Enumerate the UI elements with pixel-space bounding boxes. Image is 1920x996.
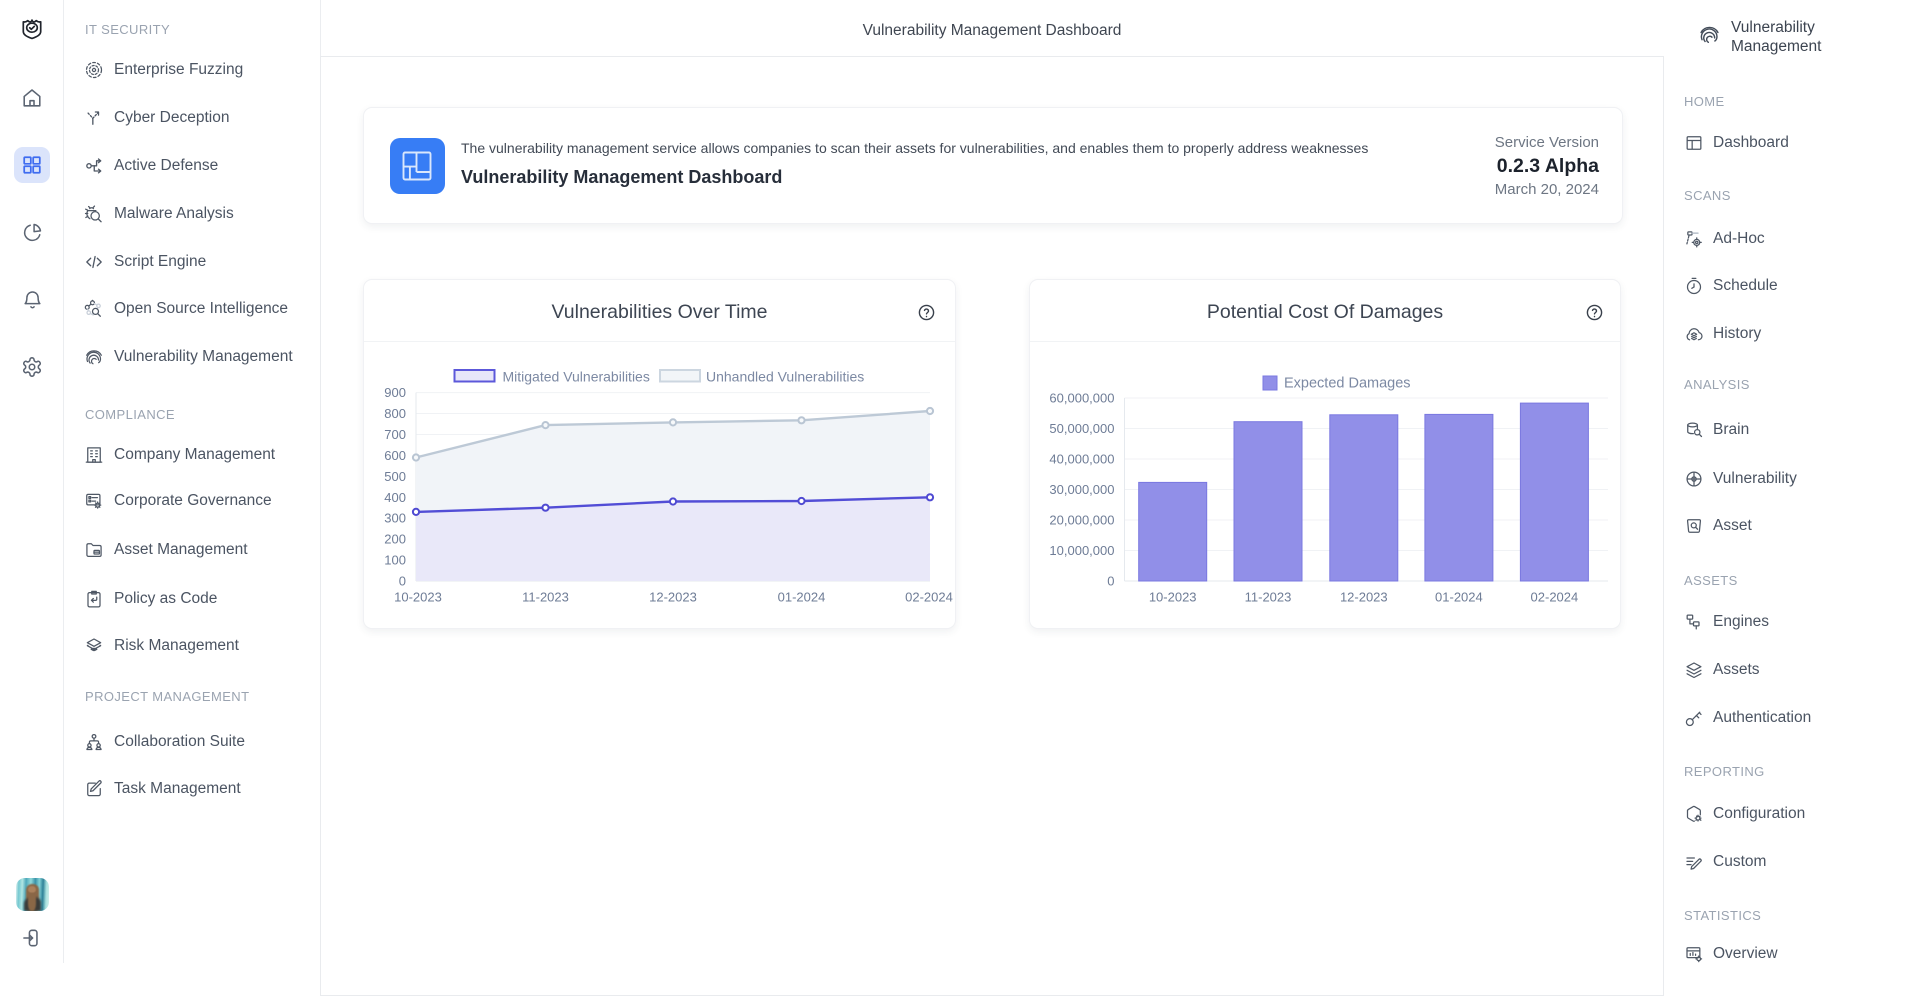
svg-text:30,000,000: 30,000,000	[1049, 482, 1114, 497]
svg-text:300: 300	[384, 511, 406, 526]
svg-text:12-2023: 12-2023	[1340, 590, 1388, 605]
svg-text:20,000,000: 20,000,000	[1049, 513, 1114, 528]
svg-text:Expected Damages: Expected Damages	[1284, 376, 1411, 392]
svg-text:600: 600	[384, 448, 406, 463]
svg-text:60,000,000: 60,000,000	[1049, 391, 1114, 406]
svg-text:10-2023: 10-2023	[1149, 590, 1197, 605]
svg-text:40,000,000: 40,000,000	[1049, 452, 1114, 467]
svg-text:Unhandled Vulnerabilities: Unhandled Vulnerabilities	[706, 369, 864, 385]
svg-text:50,000,000: 50,000,000	[1049, 421, 1114, 436]
svg-text:700: 700	[384, 427, 406, 442]
svg-text:01-2024: 01-2024	[1435, 590, 1483, 605]
svg-text:100: 100	[384, 553, 406, 568]
svg-text:10,000,000: 10,000,000	[1049, 543, 1114, 558]
svg-text:500: 500	[384, 469, 406, 484]
svg-text:12-2023: 12-2023	[649, 590, 697, 605]
svg-text:01-2024: 01-2024	[778, 590, 826, 605]
svg-text:Mitigated Vulnerabilities: Mitigated Vulnerabilities	[503, 369, 650, 385]
svg-text:11-2023: 11-2023	[522, 590, 569, 605]
svg-text:200: 200	[384, 532, 406, 547]
svg-text:11-2023: 11-2023	[1245, 590, 1292, 605]
svg-text:0: 0	[399, 574, 406, 589]
svg-text:900: 900	[384, 385, 406, 400]
svg-text:0: 0	[1107, 574, 1114, 589]
svg-text:10-2023: 10-2023	[394, 590, 442, 605]
svg-text:400: 400	[384, 490, 406, 505]
svg-text:02-2024: 02-2024	[1531, 590, 1579, 605]
svg-text:02-2024: 02-2024	[905, 590, 953, 605]
svg-text:800: 800	[384, 406, 406, 421]
